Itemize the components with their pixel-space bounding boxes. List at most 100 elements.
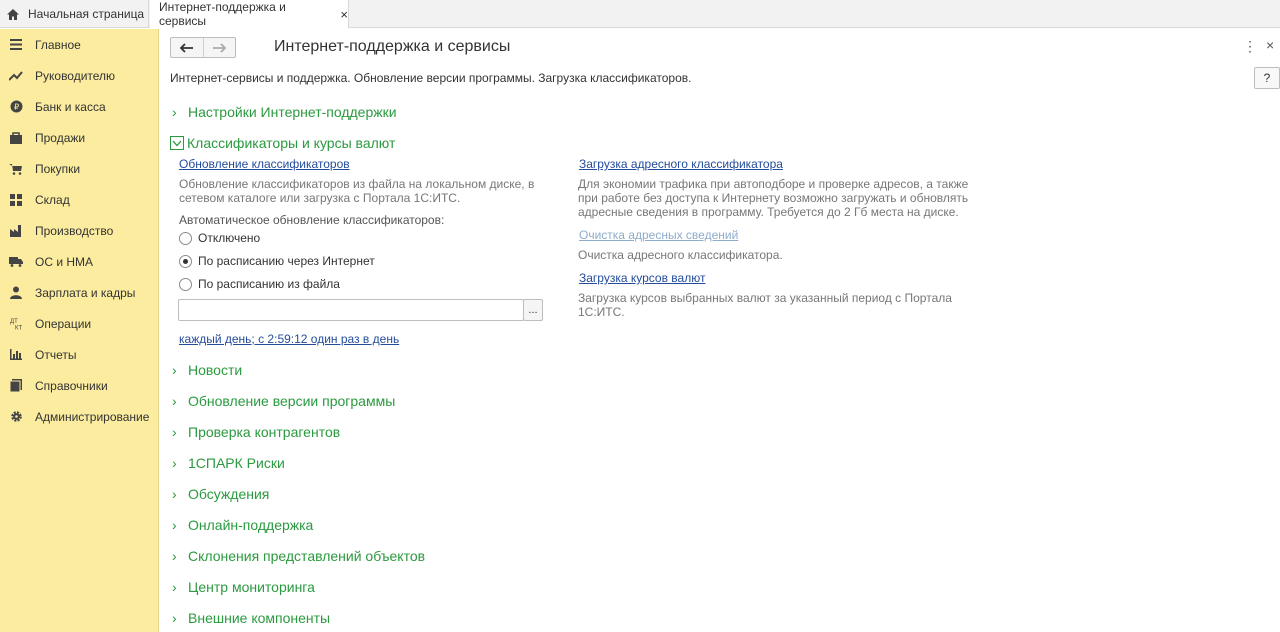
section-external-components[interactable]: › Внешние компоненты: [172, 610, 330, 626]
section-spark-risks[interactable]: › 1СПАРК Риски: [172, 455, 285, 471]
chevron-right-icon: ›: [172, 486, 177, 502]
sidebar-item-warehouse[interactable]: Склад: [0, 184, 158, 215]
file-select-button[interactable]: ...: [523, 299, 543, 321]
section-discussions[interactable]: › Обсуждения: [172, 486, 269, 502]
arrow-left-icon: [179, 42, 193, 53]
radio-schedule-file[interactable]: По расписанию из файла: [179, 277, 340, 291]
section-title: Настройки Интернет-поддержки: [188, 104, 397, 120]
section-title: Обсуждения: [188, 486, 270, 502]
sidebar-item-label: ОС и НМА: [35, 254, 94, 269]
chevron-right-icon: ›: [172, 424, 177, 440]
truck-icon: [9, 255, 23, 269]
svg-text:КТ: КТ: [15, 326, 22, 331]
clear-address-link[interactable]: Очистка адресных сведений: [579, 228, 738, 242]
section-title: Центр мониторинга: [188, 579, 315, 595]
tab-home-label: Начальная страница: [28, 7, 145, 21]
sidebar-item-label: Справочники: [35, 378, 108, 393]
sidebar-item-label: Банк и касса: [35, 99, 106, 114]
sidebar-item-label: Главное: [35, 37, 81, 52]
radio-disabled[interactable]: Отключено: [179, 231, 260, 245]
file-path-input[interactable]: [178, 299, 524, 321]
sidebar-item-purchases[interactable]: Покупки: [0, 153, 158, 184]
sidebar-item-operations[interactable]: ДТ КТ Операции: [0, 308, 158, 339]
svg-text:ДТ: ДТ: [10, 319, 18, 325]
sidebar-item-label: Администрирование: [35, 409, 150, 424]
currency-rates-note-1: Загрузка курсов выбранных валют за указа…: [578, 291, 952, 305]
main-content: Интернет-поддержка и сервисы ⋮ × ? Интер…: [160, 29, 1280, 632]
chevron-right-icon: ›: [172, 104, 177, 120]
chevron-right-icon: ›: [172, 393, 177, 409]
clear-address-note: Очистка адресного классификатора.: [578, 248, 783, 262]
radio-button[interactable]: [179, 277, 192, 291]
sidebar-item-manager[interactable]: Руководителю: [0, 60, 158, 91]
schedule-link[interactable]: каждый день; с 2:59:12 один раз в день: [179, 332, 399, 346]
update-classifiers-note-2: сетевом каталоге или загрузка с Портала …: [179, 191, 461, 205]
radio-schedule-internet[interactable]: По расписанию через Интернет: [179, 254, 375, 268]
section-declensions[interactable]: › Склонения представлений объектов: [172, 548, 425, 564]
radio-button[interactable]: [179, 231, 192, 245]
close-window-icon[interactable]: ×: [1266, 37, 1274, 53]
svg-text:₽: ₽: [13, 103, 18, 112]
warehouse-icon: [9, 193, 23, 207]
sidebar-item-bank[interactable]: ₽ Банк и касса: [0, 91, 158, 122]
section-monitoring-center[interactable]: › Центр мониторинга: [172, 579, 315, 595]
books-icon: [9, 379, 23, 393]
section-title: Проверка контрагентов: [188, 424, 341, 440]
sidebar-item-salary[interactable]: Зарплата и кадры: [0, 277, 158, 308]
sidebar-item-fixed-assets[interactable]: ОС и НМА: [0, 246, 158, 277]
sidebar-item-reports[interactable]: Отчеты: [0, 339, 158, 370]
sidebar: Главное Руководителю ₽ Банк и касса Прод…: [0, 29, 159, 632]
sidebar-item-production[interactable]: Производство: [0, 215, 158, 246]
back-button[interactable]: [171, 38, 203, 57]
ruble-icon: ₽: [9, 100, 23, 114]
section-news[interactable]: › Новости: [172, 362, 242, 378]
currency-rates-note-2: 1С:ИТС.: [578, 305, 625, 319]
section-classifiers[interactable]: Классификаторы и курсы валют: [170, 135, 395, 151]
currency-rates-link[interactable]: Загрузка курсов валют: [579, 271, 705, 285]
chevron-right-icon: ›: [172, 548, 177, 564]
section-title: Новости: [188, 362, 243, 378]
sidebar-item-administration[interactable]: Администрирование: [0, 401, 158, 432]
section-counterparty-check[interactable]: › Проверка контрагентов: [172, 424, 340, 440]
more-actions-icon[interactable]: ⋮: [1243, 38, 1257, 55]
section-internet-support-settings[interactable]: › Настройки Интернет-поддержки: [172, 104, 397, 120]
address-note-2: при работе без доступа к Интернету возмо…: [578, 191, 969, 205]
update-classifiers-link[interactable]: Обновление классификаторов: [179, 157, 350, 171]
tab-home[interactable]: Начальная страница: [0, 0, 149, 28]
dt-kt-icon: ДТ КТ: [9, 317, 23, 331]
sidebar-item-label: Покупки: [35, 161, 81, 176]
sidebar-item-main[interactable]: Главное: [0, 29, 158, 60]
help-button[interactable]: ?: [1254, 67, 1280, 89]
section-online-support[interactable]: › Онлайн-поддержка: [172, 517, 313, 533]
sidebar-item-label: Руководителю: [35, 68, 116, 83]
address-classifier-link[interactable]: Загрузка адресного классификатора: [579, 157, 783, 171]
section-title: Классификаторы и курсы валют: [187, 135, 396, 151]
close-tab-icon[interactable]: ×: [340, 7, 348, 22]
section-title: Обновление версии программы: [188, 393, 396, 409]
arrow-right-icon: [213, 42, 227, 53]
section-title: Внешние компоненты: [188, 610, 331, 626]
section-title: Онлайн-поддержка: [188, 517, 314, 533]
page-title: Интернет-поддержка и сервисы: [274, 38, 511, 55]
bag-icon: [9, 131, 23, 145]
radio-button-selected[interactable]: [179, 254, 192, 268]
radio-label: По расписанию из файла: [198, 277, 340, 291]
factory-icon: [9, 224, 23, 238]
chevron-right-icon: ›: [172, 579, 177, 595]
section-title: 1СПАРК Риски: [188, 455, 285, 471]
menu-icon: [9, 38, 23, 52]
tab-internet-support[interactable]: Интернет-поддержка и сервисы ×: [150, 0, 349, 29]
section-version-update[interactable]: › Обновление версии программы: [172, 393, 395, 409]
update-classifiers-note-1: Обновление классификаторов из файла на л…: [179, 177, 535, 191]
sidebar-item-label: Продажи: [35, 130, 86, 145]
forward-button[interactable]: [202, 38, 235, 57]
history-nav: [170, 37, 236, 58]
home-icon: [7, 8, 19, 20]
sidebar-item-label: Операции: [35, 316, 92, 331]
page-description: Интернет-сервисы и поддержка. Обновление…: [170, 71, 692, 85]
sidebar-item-references[interactable]: Справочники: [0, 370, 158, 401]
chevron-down-icon: [170, 136, 184, 150]
radio-label: По расписанию через Интернет: [198, 254, 375, 268]
bar-chart-icon: [9, 348, 23, 362]
sidebar-item-sales[interactable]: Продажи: [0, 122, 158, 153]
